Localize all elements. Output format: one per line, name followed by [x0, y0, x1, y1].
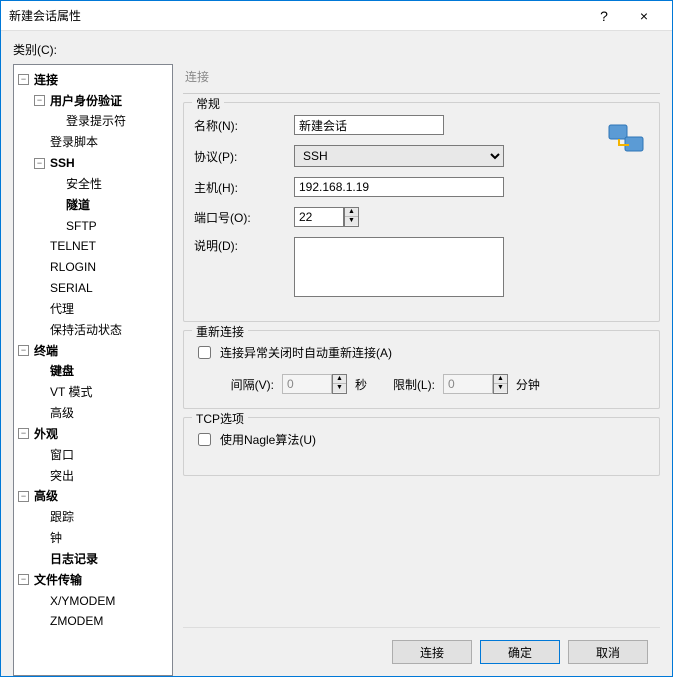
legend-reconnect: 重新连接	[192, 323, 248, 340]
spin-down-icon[interactable]: ▼	[345, 217, 358, 225]
tree-security[interactable]: 安全性	[64, 177, 104, 191]
tree-toggle-icon[interactable]: −	[18, 491, 29, 502]
limit-spinner: ▲▼	[493, 374, 508, 394]
nagle-checkbox[interactable]	[198, 433, 211, 446]
name-input[interactable]	[294, 115, 444, 135]
tree-toggle-icon[interactable]: −	[34, 158, 45, 169]
tree-toggle-icon[interactable]: −	[18, 345, 29, 356]
spin-down-icon: ▼	[494, 384, 507, 392]
nagle-label: 使用Nagle算法(U)	[220, 431, 316, 448]
tree-xymodem[interactable]: X/YMODEM	[48, 594, 117, 608]
tree-ssh[interactable]: SSH	[48, 156, 77, 170]
tree-trace[interactable]: 跟踪	[48, 510, 76, 524]
tree-vtmode[interactable]: VT 模式	[48, 385, 94, 399]
main-area: −连接 −用户身份验证 登录提示符 登录脚本 −SSH 安全性 隧道 SFTP	[13, 64, 660, 676]
protocol-label: 协议(P):	[194, 148, 294, 165]
host-label: 主机(H):	[194, 179, 294, 196]
desc-textarea[interactable]	[294, 237, 504, 297]
auto-reconnect-checkbox[interactable]	[198, 346, 211, 359]
limit-label: 限制(L):	[375, 376, 435, 393]
interval-spinner: ▲▼	[332, 374, 347, 394]
dialog-window: 新建会话属性 ? × 类别(C): −连接 −用户身份验证 登录提示符 登录脚本…	[0, 0, 673, 677]
spin-down-icon: ▼	[333, 384, 346, 392]
tree-appearance[interactable]: 外观	[32, 427, 60, 441]
connection-icon	[607, 119, 647, 159]
port-label: 端口号(O):	[194, 209, 294, 226]
spin-up-icon: ▲	[494, 375, 507, 384]
tree-tunnel[interactable]: 隧道	[64, 198, 92, 212]
legend-general: 常规	[192, 95, 224, 112]
panel-header: 连接	[183, 64, 660, 94]
spin-up-icon: ▲	[333, 375, 346, 384]
tree-advanced[interactable]: 高级	[32, 489, 60, 503]
group-tcp: TCP选项 使用Nagle算法(U)	[183, 417, 660, 476]
tree-logging[interactable]: 日志记录	[48, 552, 100, 566]
port-spinner[interactable]: ▲▼	[344, 207, 359, 227]
tree-zmodem[interactable]: ZMODEM	[48, 614, 105, 628]
protocol-select[interactable]: SSH	[294, 145, 504, 167]
tree-telnet[interactable]: TELNET	[48, 239, 98, 253]
group-reconnect: 重新连接 连接异常关闭时自动重新连接(A) 间隔(V): ▲▼ 秒 限制(L):	[183, 330, 660, 409]
tree-terminal[interactable]: 终端	[32, 344, 60, 358]
window-title: 新建会话属性	[9, 7, 584, 24]
ok-button[interactable]: 确定	[480, 640, 560, 664]
connect-button[interactable]: 连接	[392, 640, 472, 664]
tree-window[interactable]: 窗口	[48, 448, 76, 462]
tree-sftp[interactable]: SFTP	[64, 219, 99, 233]
tree-file-transfer[interactable]: 文件传输	[32, 573, 84, 587]
tree-adv-term[interactable]: 高级	[48, 406, 76, 420]
host-input[interactable]	[294, 177, 504, 197]
close-button[interactable]: ×	[624, 8, 664, 24]
tree-serial[interactable]: SERIAL	[48, 281, 95, 295]
group-general: 常规 名称(N): 协议(P): SSH 主机(H):	[183, 102, 660, 322]
category-label: 类别(C):	[13, 41, 660, 58]
titlebar: 新建会话属性 ? ×	[1, 1, 672, 31]
cancel-button[interactable]: 取消	[568, 640, 648, 664]
tree-toggle-icon[interactable]: −	[18, 428, 29, 439]
tree-toggle-icon[interactable]: −	[18, 574, 29, 585]
help-button[interactable]: ?	[584, 8, 624, 24]
spin-up-icon[interactable]: ▲	[345, 208, 358, 217]
interval-input	[282, 374, 332, 394]
tree-rlogin[interactable]: RLOGIN	[48, 260, 98, 274]
interval-label: 间隔(V):	[214, 376, 274, 393]
port-input[interactable]	[294, 207, 344, 227]
tree-proxy[interactable]: 代理	[48, 302, 76, 316]
tree-toggle-icon[interactable]: −	[34, 95, 45, 106]
tree-keepalive[interactable]: 保持活动状态	[48, 323, 124, 337]
tree-keyboard[interactable]: 键盘	[48, 364, 76, 378]
tree-bell[interactable]: 钟	[48, 531, 64, 545]
content-area: 类别(C): −连接 −用户身份验证 登录提示符 登录脚本 −SSH 安全性	[1, 31, 672, 676]
interval-unit: 秒	[355, 376, 367, 393]
limit-unit: 分钟	[516, 376, 540, 393]
tree-login-script[interactable]: 登录脚本	[48, 135, 100, 149]
category-tree[interactable]: −连接 −用户身份验证 登录提示符 登录脚本 −SSH 安全性 隧道 SFTP	[13, 64, 173, 676]
tree-connection[interactable]: 连接	[32, 73, 60, 87]
legend-tcp: TCP选项	[192, 410, 248, 427]
tree-highlight[interactable]: 突出	[48, 469, 76, 483]
desc-label: 说明(D):	[194, 237, 294, 254]
tree-login-prompt[interactable]: 登录提示符	[64, 114, 128, 128]
settings-panel: 连接 常规 名称(N): 协议(P): SSH 主机(H)	[183, 64, 660, 676]
button-bar: 连接 确定 取消	[183, 627, 660, 676]
tree-toggle-icon[interactable]: −	[18, 74, 29, 85]
name-label: 名称(N):	[194, 117, 294, 134]
auto-reconnect-label: 连接异常关闭时自动重新连接(A)	[220, 344, 392, 361]
tree-auth[interactable]: 用户身份验证	[48, 94, 124, 108]
limit-input	[443, 374, 493, 394]
